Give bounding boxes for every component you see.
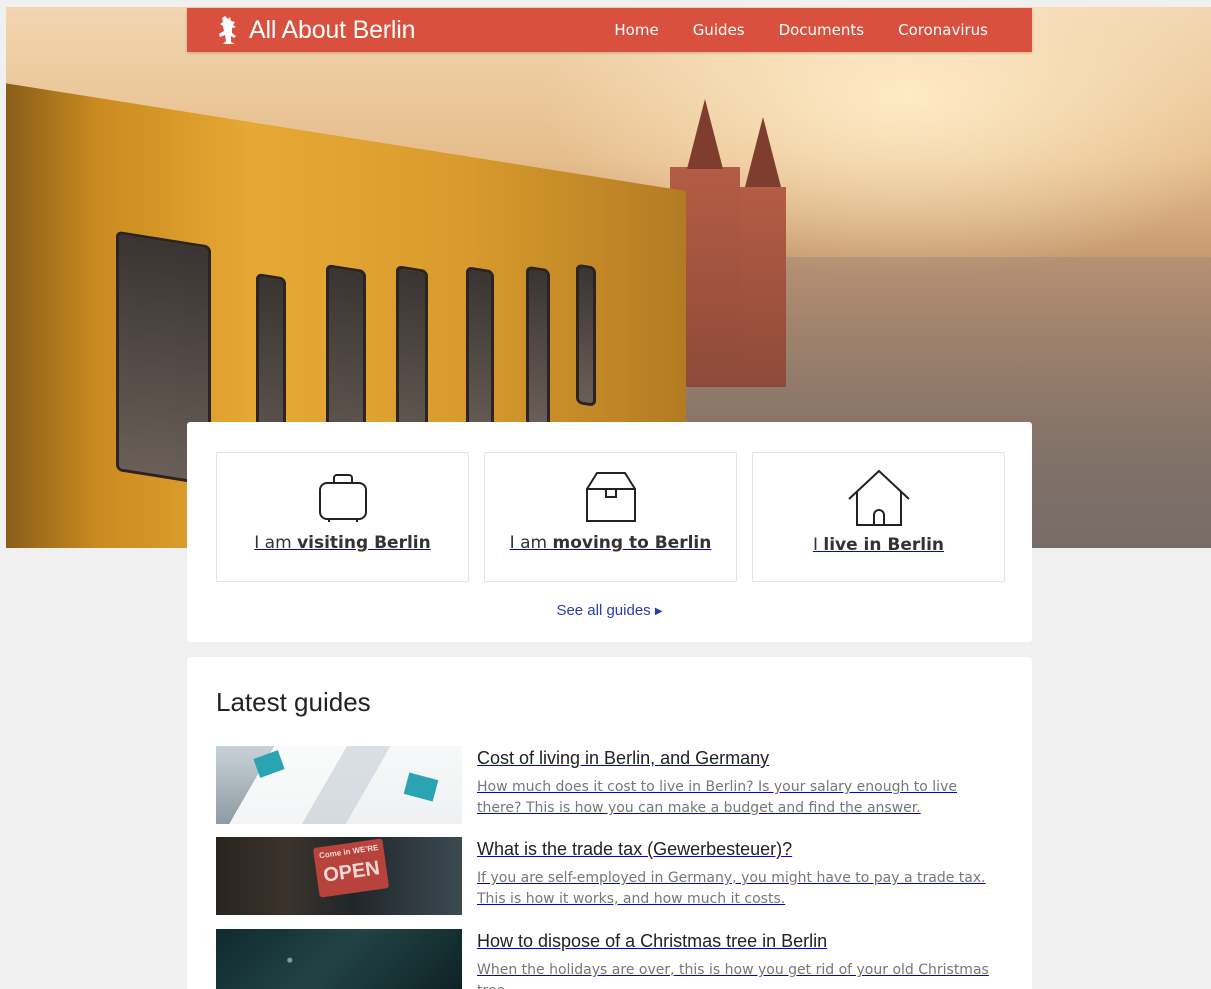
- guide-description: When the holidays are over, this is how …: [477, 962, 989, 989]
- guide-title: What is the trade tax (Gewerbesteuer)?: [477, 839, 793, 859]
- suitcase-icon: [318, 474, 367, 522]
- train-window: [526, 265, 550, 430]
- navbar: All About Berlin Home Guides Documents C…: [187, 8, 1032, 52]
- see-all-guides-label: See all guides: [556, 602, 651, 619]
- guide-title: How to dispose of a Christmas tree in Be…: [477, 931, 828, 951]
- persona-label-visiting: I am visiting Berlin: [254, 533, 431, 553]
- brand-name: All About Berlin: [249, 15, 416, 44]
- persona-label-moving: I am moving to Berlin: [509, 533, 712, 553]
- open-sign-text: OPEN: [321, 857, 382, 887]
- guide-title: Cost of living in Berlin, and Germany: [477, 748, 770, 768]
- box-icon: [585, 472, 636, 522]
- open-sign: Come in WE'RE OPEN: [312, 838, 390, 898]
- tower-right: [740, 187, 786, 387]
- nav-link-home[interactable]: Home: [614, 21, 658, 39]
- persona-row: I am visiting Berlin I am moving to Berl…: [216, 452, 1005, 582]
- page: All About Berlin Home Guides Documents C…: [0, 0, 1211, 989]
- guide-thumbnail-open-sign: Come in WE'RE OPEN: [216, 837, 462, 915]
- guide-item-cost-of-living[interactable]: Cost of living in Berlin, and Germany Ho…: [216, 746, 1006, 824]
- nav-link-documents[interactable]: Documents: [779, 21, 865, 39]
- spire-left: [687, 99, 723, 169]
- caret-right-icon: ▶: [654, 606, 663, 617]
- spire-right: [745, 117, 781, 187]
- persona-visiting[interactable]: I am visiting Berlin: [216, 452, 469, 582]
- guide-text: How to dispose of a Christmas tree in Be…: [477, 929, 1002, 989]
- berlin-bear-logo-icon: [219, 16, 236, 44]
- nav-links: Home Guides Documents Coronavirus: [614, 21, 988, 39]
- guide-description: How much does it cost to live in Berlin?…: [477, 779, 957, 816]
- nav-link-coronavirus[interactable]: Coronavirus: [898, 21, 988, 39]
- see-all-guides-link[interactable]: See all guides ▶: [187, 602, 1032, 619]
- brand-link[interactable]: All About Berlin: [217, 15, 416, 45]
- persona-moving[interactable]: I am moving to Berlin: [484, 452, 737, 582]
- guide-text: Cost of living in Berlin, and Germany Ho…: [477, 746, 1002, 824]
- persona-card: I am visiting Berlin I am moving to Berl…: [187, 422, 1032, 642]
- guide-thumbnail-receipts: [216, 746, 462, 824]
- guide-thumbnail-christmas-tree: [216, 929, 462, 989]
- guide-text: What is the trade tax (Gewerbesteuer)? I…: [477, 837, 1002, 915]
- house-icon: [847, 469, 910, 526]
- guide-item-christmas-tree[interactable]: How to dispose of a Christmas tree in Be…: [216, 929, 1006, 989]
- latest-guides-card: Latest guides Cost of living in Berlin, …: [187, 657, 1032, 989]
- nav-link-guides[interactable]: Guides: [693, 21, 745, 39]
- guide-description: If you are self-employed in Germany, you…: [477, 870, 986, 907]
- persona-label-living: I live in Berlin: [812, 535, 945, 555]
- latest-guides-heading: Latest guides: [216, 687, 371, 717]
- train-window: [576, 263, 596, 407]
- guide-item-trade-tax[interactable]: Come in WE'RE OPEN What is the trade tax …: [216, 837, 1006, 915]
- persona-living[interactable]: I live in Berlin: [752, 452, 1005, 582]
